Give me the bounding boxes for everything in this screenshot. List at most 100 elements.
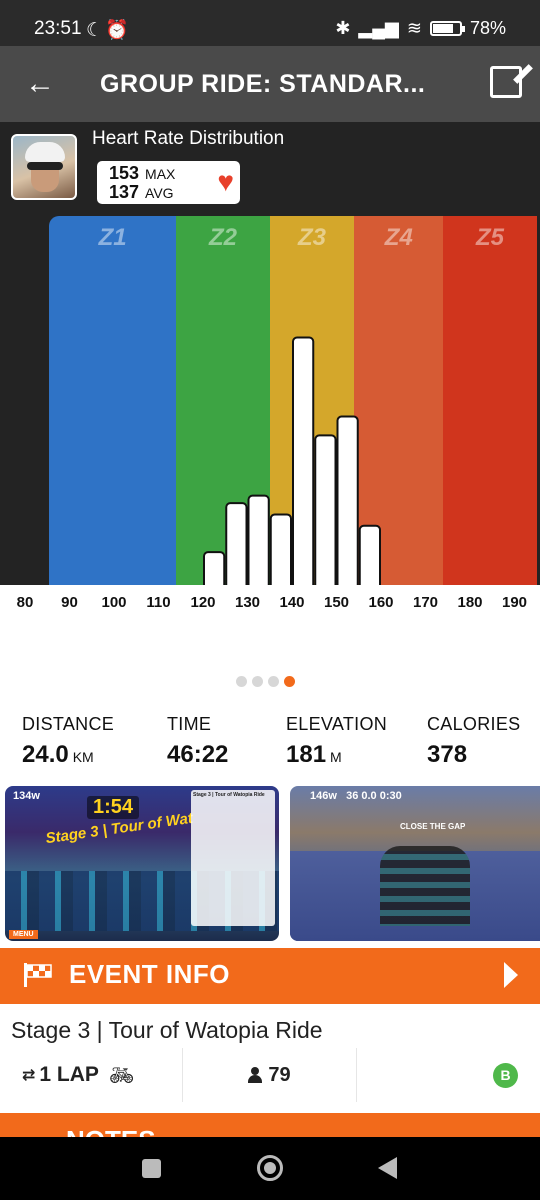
status-left-icons: ☾⏰ — [86, 18, 131, 42]
histogram-bar — [292, 336, 315, 585]
event-info-label: EVENT INFO — [69, 959, 231, 989]
histogram-bar — [225, 502, 248, 585]
x-tick-label: 80 — [16, 594, 34, 611]
x-tick-label: 90 — [61, 594, 78, 611]
shot2-power: 146w — [310, 790, 337, 802]
page-dot[interactable] — [252, 676, 263, 687]
riders-cell: 79 — [183, 1048, 357, 1102]
x-tick-label: 160 — [368, 594, 394, 611]
status-bar: 23:51 ☾⏰ ✱ ▂▄▆ ≋ 78% — [0, 0, 540, 46]
hr-max-row: 153 MAX — [109, 163, 175, 184]
ride-screenshots: 134w 1:54 Stage 3 | Tour of Wat Stage 3 … — [0, 786, 540, 942]
category-badge: B — [493, 1062, 518, 1088]
shot-gap-text: CLOSE THE GAP — [400, 822, 466, 831]
shot-menu: MENU — [9, 930, 38, 939]
stat-number: 24.0 — [22, 741, 69, 768]
stat-number: 378 — [427, 741, 468, 768]
laps-cell: ⇄ 1 LAP 🚲︎ — [0, 1048, 183, 1102]
histogram-bar — [269, 513, 292, 585]
person-icon — [248, 1067, 263, 1083]
x-tick-label: 190 — [501, 594, 528, 611]
stat-label: ELEVATION — [286, 714, 388, 734]
laps-value: 1 LAP — [39, 1063, 99, 1086]
battery-percent: 78% — [469, 18, 506, 38]
square-icon[interactable] — [142, 1159, 161, 1178]
stat-value: 24.0 KM — [22, 741, 114, 769]
signal-icon: ▂▄▆ — [358, 18, 399, 38]
stat-label: CALORIES — [427, 714, 521, 734]
histogram-bar — [358, 524, 381, 585]
status-right: ✱ ▂▄▆ ≋ 78% — [335, 18, 506, 39]
avatar-face — [31, 170, 59, 192]
stat-unit: M — [330, 749, 342, 765]
wifi-icon: ≋ — [406, 18, 422, 38]
notes-button[interactable]: NOTES — [0, 1113, 540, 1137]
ride-stats: DISTANCE 24.0 KM TIME 46:22 ELEVATION 181… — [0, 714, 540, 774]
arrow-left-icon: ← — [25, 67, 55, 100]
moon-icon: ☾ — [86, 20, 106, 41]
heart-rate-chart: Heart Rate Distribution 153 MAX 137 AVG ♥ … — [0, 122, 540, 585]
x-tick-label: 130 — [234, 594, 261, 611]
screenshot-thumbnail[interactable]: 134w 1:54 Stage 3 | Tour of Wat Stage 3 … — [5, 786, 279, 941]
x-tick-label: 110 — [146, 594, 171, 611]
triangle-back-icon[interactable] — [378, 1157, 397, 1179]
event-info-button[interactable]: EVENT INFO — [0, 948, 540, 1004]
alarm-icon: ⏰ — [105, 20, 131, 41]
hr-max-value: 153 — [109, 163, 140, 183]
stat-number: 46:22 — [167, 741, 229, 768]
ride-name: Stage 3 | Tour of Watopia Ride — [11, 1017, 323, 1043]
histogram-bar — [314, 434, 337, 585]
stat-value: 181 M — [286, 741, 387, 769]
bike-icon: 🚲︎ — [108, 1064, 135, 1087]
page-dot[interactable] — [236, 676, 247, 687]
ride-meta: ⇄ 1 LAP 🚲︎ 79 B — [0, 1048, 540, 1102]
stat-value: 46:22 — [167, 741, 228, 769]
shot-power: 146w 36 0.0 0:30 — [310, 790, 402, 802]
x-tick-label: 140 — [279, 594, 305, 611]
page-title: GROUP RIDE: STANDAR... — [100, 70, 426, 98]
hr-avg-row: 137 AVG — [109, 182, 174, 203]
chart-title: Heart Rate Distribution — [92, 128, 285, 149]
bluetooth-icon: ✱ — [335, 18, 351, 38]
riders-count: 79 — [268, 1063, 291, 1086]
app-bar: ← GROUP RIDE: STANDAR... — [0, 46, 540, 122]
x-tick-label: 150 — [323, 594, 350, 611]
x-tick-label: 120 — [190, 594, 216, 611]
heart-rate-summary-card: 153 MAX 137 AVG ♥ — [97, 161, 240, 204]
histogram-bar — [247, 494, 270, 585]
avatar[interactable] — [11, 134, 77, 200]
shot-panel-title: Stage 3 | Tour of Watopia Ride — [193, 792, 265, 798]
stat-label: TIME — [167, 714, 212, 734]
stat-number: 181 — [286, 741, 327, 768]
circle-icon[interactable] — [257, 1155, 283, 1181]
hr-avg-label: AVG — [145, 185, 174, 201]
shot-chat-panel: Stage 3 | Tour of Watopia Ride — [191, 790, 275, 926]
histogram-bars — [203, 336, 381, 585]
stat-distance: DISTANCE 24.0 KM — [22, 714, 114, 769]
histogram-bar — [203, 551, 226, 585]
histogram-bar — [336, 415, 359, 585]
back-button[interactable]: ← — [22, 66, 58, 102]
page-dot[interactable] — [284, 676, 295, 687]
battery-icon — [429, 21, 465, 36]
page-indicator — [236, 676, 295, 687]
shot2-hud-values: 36 0.0 0:30 — [346, 790, 402, 802]
shot-power: 134w — [13, 790, 40, 802]
riders-image — [380, 846, 470, 926]
hr-max-label: MAX — [145, 166, 176, 182]
screenshot-thumbnail[interactable]: 146w 36 0.0 0:30 CLOSE THE GAP — [290, 786, 540, 941]
notes-label: NOTES — [66, 1125, 156, 1137]
stat-value: 378 — [427, 741, 520, 769]
shot-timer: 1:54 — [87, 796, 140, 819]
battery-fill — [432, 24, 454, 33]
x-tick-label: 170 — [412, 594, 439, 611]
chevron-right-icon — [504, 962, 518, 988]
edit-button[interactable] — [490, 66, 522, 98]
x-tick-label: 100 — [101, 594, 127, 611]
page-dot[interactable] — [268, 676, 279, 687]
avatar-helmet — [25, 142, 65, 162]
stat-label: DISTANCE — [22, 714, 115, 734]
x-tick-label: 180 — [457, 594, 483, 611]
x-axis: 80 90 100 110 120 130 140 150 160 170 180 190 — [0, 585, 540, 625]
stat-elevation: ELEVATION 181 M — [286, 714, 387, 769]
